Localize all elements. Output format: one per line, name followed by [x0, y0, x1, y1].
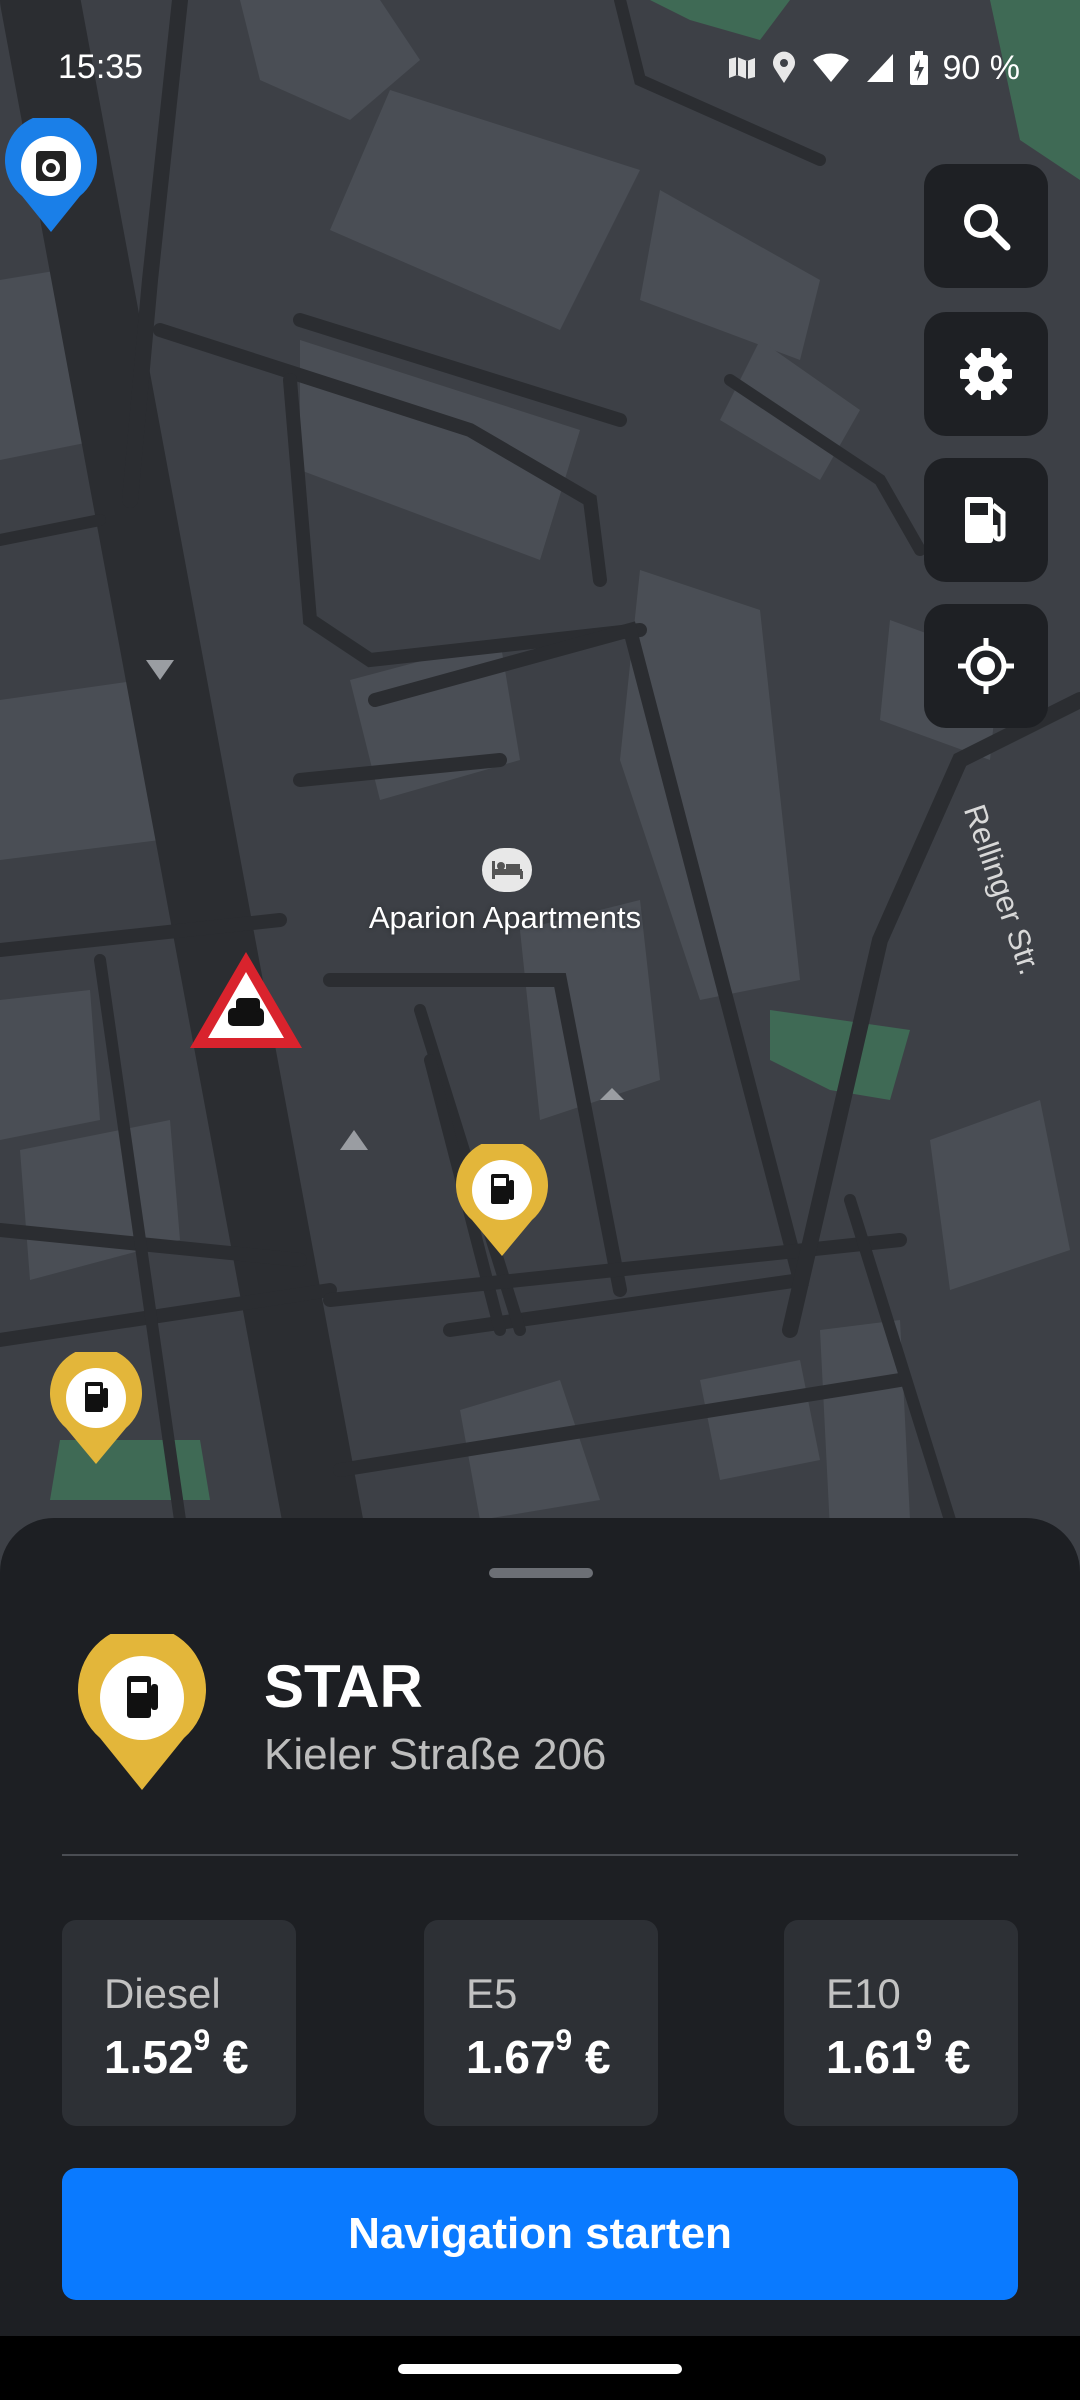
- price-card-diesel[interactable]: Diesel 1.529 €: [62, 1920, 296, 2126]
- search-icon: [964, 204, 1011, 251]
- status-bar: 15:35 90 %: [0, 0, 1080, 130]
- fuel-pin[interactable]: [454, 1139, 550, 1258]
- wifi-icon: [812, 53, 849, 82]
- signal-icon: [866, 54, 893, 82]
- settings-gear-icon: [960, 348, 1012, 400]
- fuel-station-pin-icon: [76, 1625, 208, 1792]
- price-label: Diesel: [104, 1970, 221, 2017]
- price-card-e10[interactable]: E10 1.619 €: [784, 1920, 1018, 2126]
- divider: [62, 1854, 1018, 1856]
- map-canvas: [0, 0, 1080, 1560]
- traffic-jam-warning[interactable]: [186, 948, 306, 1054]
- price-value: 1.679 €: [466, 2024, 611, 2083]
- map-icon: [728, 57, 755, 79]
- search-button[interactable]: [924, 164, 1048, 288]
- hotel-icon: [482, 848, 532, 892]
- start-navigation-button[interactable]: Navigation starten: [62, 2168, 1018, 2300]
- price-label: E10: [826, 1970, 901, 2017]
- price-value: 1.529 €: [104, 2024, 249, 2083]
- status-icons: 90 %: [727, 46, 1021, 90]
- map-view[interactable]: [0, 0, 1080, 1560]
- price-value: 1.619 €: [826, 2024, 971, 2083]
- my-location-button[interactable]: [924, 604, 1048, 728]
- fuel-pin[interactable]: [48, 1347, 144, 1466]
- location-icon: [772, 51, 795, 83]
- price-label: E5: [466, 1970, 518, 2017]
- poi-label[interactable]: Aparion Apartments: [330, 900, 680, 936]
- fuel-station-icon: [965, 497, 1006, 543]
- station-bottom-sheet[interactable]: STAR Kieler Straße 206 Diesel 1.529 € E5…: [0, 1518, 1080, 2336]
- home-gesture-indicator[interactable]: [398, 2364, 682, 2374]
- station-address: Kieler Straße 206: [264, 1730, 607, 1779]
- battery-icon: [909, 51, 928, 85]
- status-time: 15:35: [58, 48, 144, 86]
- settings-button[interactable]: [924, 312, 1048, 436]
- fuel-filter-button[interactable]: [924, 458, 1048, 582]
- battery-percent: 90 %: [942, 48, 1021, 87]
- speed-camera-pin[interactable]: [2, 114, 100, 234]
- my-location-icon: [958, 638, 1014, 694]
- station-name: STAR: [264, 1653, 423, 1720]
- price-card-e5[interactable]: E5 1.679 €: [424, 1920, 658, 2126]
- drag-handle[interactable]: [489, 1568, 593, 1578]
